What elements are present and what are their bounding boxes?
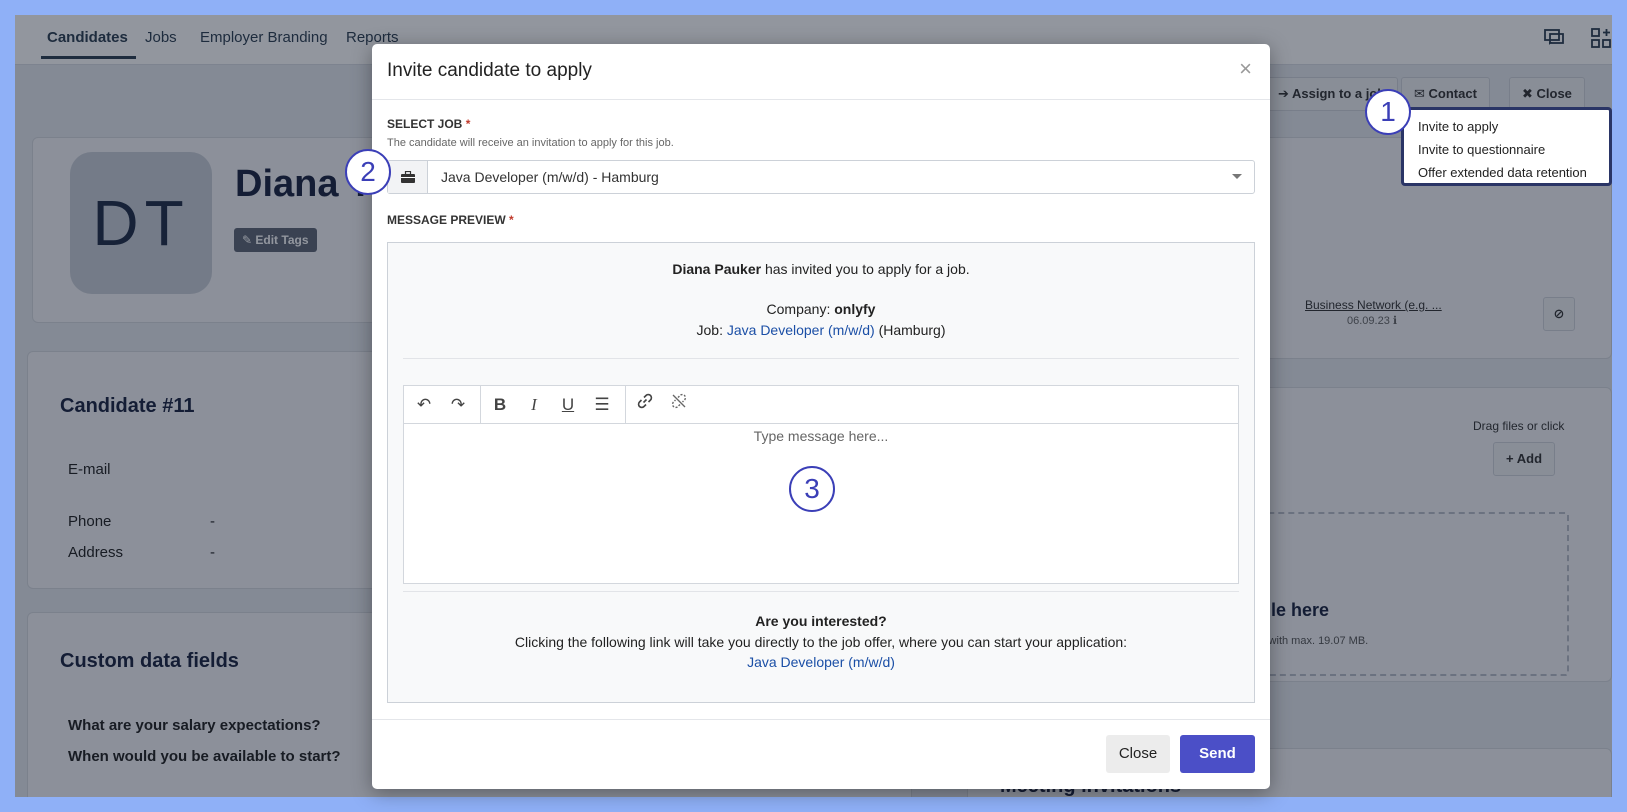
unlink-icon[interactable] <box>666 392 692 418</box>
message-preview-label: MESSAGE PREVIEW * <box>387 213 514 227</box>
send-button[interactable]: Send <box>1180 735 1255 773</box>
offer-data-retention-item[interactable]: Offer extended data retention <box>1404 162 1609 185</box>
cta-job-link[interactable]: Java Developer (m/w/d) <box>747 654 895 670</box>
job-line: Job: Java Developer (m/w/d) (Hamburg) <box>696 322 946 338</box>
link-icon[interactable] <box>632 392 658 418</box>
underline-icon[interactable]: U <box>555 392 581 418</box>
job-select-value: Java Developer (m/w/d) - Hamburg <box>441 169 659 185</box>
contact-dropdown-menu: Invite to apply Invite to questionnaire … <box>1401 107 1612 186</box>
divider <box>403 358 1239 359</box>
italic-icon[interactable]: I <box>521 392 547 418</box>
modal-header: Invite candidate to apply × <box>372 44 1270 100</box>
briefcase-icon <box>388 161 428 193</box>
modal-footer: Close Send <box>372 719 1270 789</box>
modal-title: Invite candidate to apply <box>387 60 592 81</box>
select-job-help: The candidate will receive an invitation… <box>387 137 674 149</box>
toolbar-separator <box>625 386 626 424</box>
bold-icon[interactable]: B <box>487 392 513 418</box>
company-line: Company: onlyfy <box>766 301 876 317</box>
close-button[interactable]: Close <box>1106 735 1170 773</box>
marker-1: 1 <box>1365 89 1411 135</box>
undo-icon[interactable]: ↶ <box>411 392 437 418</box>
interested-heading: Are you interested? <box>755 613 887 629</box>
cta-link-line: Java Developer (m/w/d) <box>388 654 1254 670</box>
invite-line: Diana Pauker has invited you to apply fo… <box>672 261 970 277</box>
divider <box>403 591 1239 592</box>
toolbar-separator <box>480 386 481 424</box>
invite-modal: Invite candidate to apply × SELECT JOB *… <box>372 44 1270 789</box>
invite-to-questionnaire-item[interactable]: Invite to questionnaire <box>1404 139 1609 162</box>
marker-3: 3 <box>789 466 835 512</box>
marker-2: 2 <box>345 149 391 195</box>
close-icon[interactable]: × <box>1239 56 1252 82</box>
bullet-list-icon[interactable]: ☰ <box>589 392 615 418</box>
editor-placeholder: Type message here... <box>753 428 889 444</box>
chevron-down-icon <box>1232 174 1242 179</box>
redo-icon[interactable]: ↷ <box>445 392 471 418</box>
select-job-label: SELECT JOB * <box>387 117 471 131</box>
cta-text: Clicking the following link will take yo… <box>514 634 1128 650</box>
editor-toolbar: ↶ ↷ B I U ☰ <box>404 386 1238 424</box>
job-link[interactable]: Java Developer (m/w/d) <box>727 322 875 338</box>
job-select[interactable]: Java Developer (m/w/d) - Hamburg <box>387 160 1255 194</box>
invite-to-apply-item[interactable]: Invite to apply <box>1404 116 1609 139</box>
